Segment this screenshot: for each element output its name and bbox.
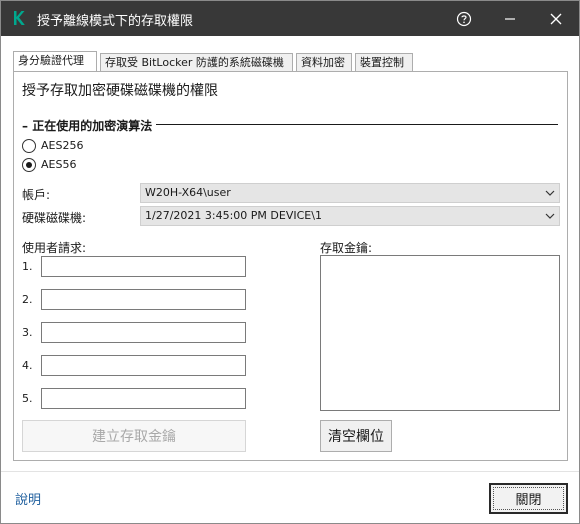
request-number-5: 5. xyxy=(22,392,33,405)
user-request-label: 使用者請求: xyxy=(22,241,87,255)
title-bar: 授予離線模式下的存取權限 xyxy=(1,1,579,36)
tab-bitlocker-drive[interactable]: 存取受 BitLocker 防護的系統磁碟機 xyxy=(100,53,293,71)
access-key-textarea[interactable] xyxy=(320,255,560,411)
help-icon xyxy=(456,11,472,26)
request-field-1[interactable] xyxy=(41,256,246,277)
clear-fields-button[interactable]: 清空欄位 xyxy=(320,420,392,452)
create-access-key-button[interactable]: 建立存取金鑰 xyxy=(22,420,246,452)
help-link[interactable]: 說明 xyxy=(15,489,41,508)
tab-data-encryption[interactable]: 資料加密 xyxy=(296,53,352,71)
radio-aes256-label[interactable]: AES256 xyxy=(41,139,83,152)
drive-select[interactable]: 1/27/2021 3:45:00 PM DEVICE\1 xyxy=(140,206,560,226)
request-number-4: 4. xyxy=(22,359,33,372)
window-title: 授予離線模式下的存取權限 xyxy=(37,14,194,29)
algorithm-group-label: – 正在使用的加密演算法 xyxy=(22,117,157,134)
request-field-4[interactable] xyxy=(41,355,246,376)
drive-value: 1/27/2021 3:45:00 PM DEVICE\1 xyxy=(145,209,322,222)
chevron-down-icon xyxy=(545,213,555,219)
footer-divider xyxy=(1,471,579,472)
request-field-2[interactable] xyxy=(41,289,246,310)
drive-label: 硬碟磁碟機: xyxy=(22,211,87,225)
minimize-button[interactable] xyxy=(487,1,533,36)
account-select[interactable]: W20H-X64\user xyxy=(140,183,560,203)
radio-aes256[interactable] xyxy=(22,139,36,153)
tab-authentication-agent[interactable]: 身分驗證代理 xyxy=(13,51,97,71)
radio-aes56[interactable] xyxy=(22,158,36,172)
close-icon xyxy=(550,13,562,24)
chevron-down-icon xyxy=(545,190,555,196)
close-button-label: 關閉 xyxy=(515,493,542,508)
help-button[interactable] xyxy=(441,1,487,36)
tab-device-control[interactable]: 裝置控制 xyxy=(355,53,413,71)
request-number-1: 1. xyxy=(22,260,33,273)
kaspersky-logo-icon xyxy=(14,11,25,25)
request-number-3: 3. xyxy=(22,326,33,339)
account-value: W20H-X64\user xyxy=(145,186,231,199)
close-window-button[interactable] xyxy=(533,1,579,36)
radio-aes56-label[interactable]: AES56 xyxy=(41,158,76,171)
access-key-label: 存取金鑰: xyxy=(320,241,373,255)
algorithm-group-title: 正在使用的加密演算法 xyxy=(32,119,153,133)
request-field-5[interactable] xyxy=(41,388,246,409)
dialog-window: 授予離線模式下的存取權限 身分驗證代理 存取受 BitLocker 防護的系統磁… xyxy=(0,0,580,524)
request-number-2: 2. xyxy=(22,293,33,306)
account-label: 帳戶: xyxy=(22,188,51,202)
close-button[interactable]: 關閉 xyxy=(489,483,568,514)
request-field-3[interactable] xyxy=(41,322,246,343)
minimize-icon xyxy=(505,17,515,20)
page-heading: 授予存取加密硬碟磁碟機的權限 xyxy=(22,83,218,99)
